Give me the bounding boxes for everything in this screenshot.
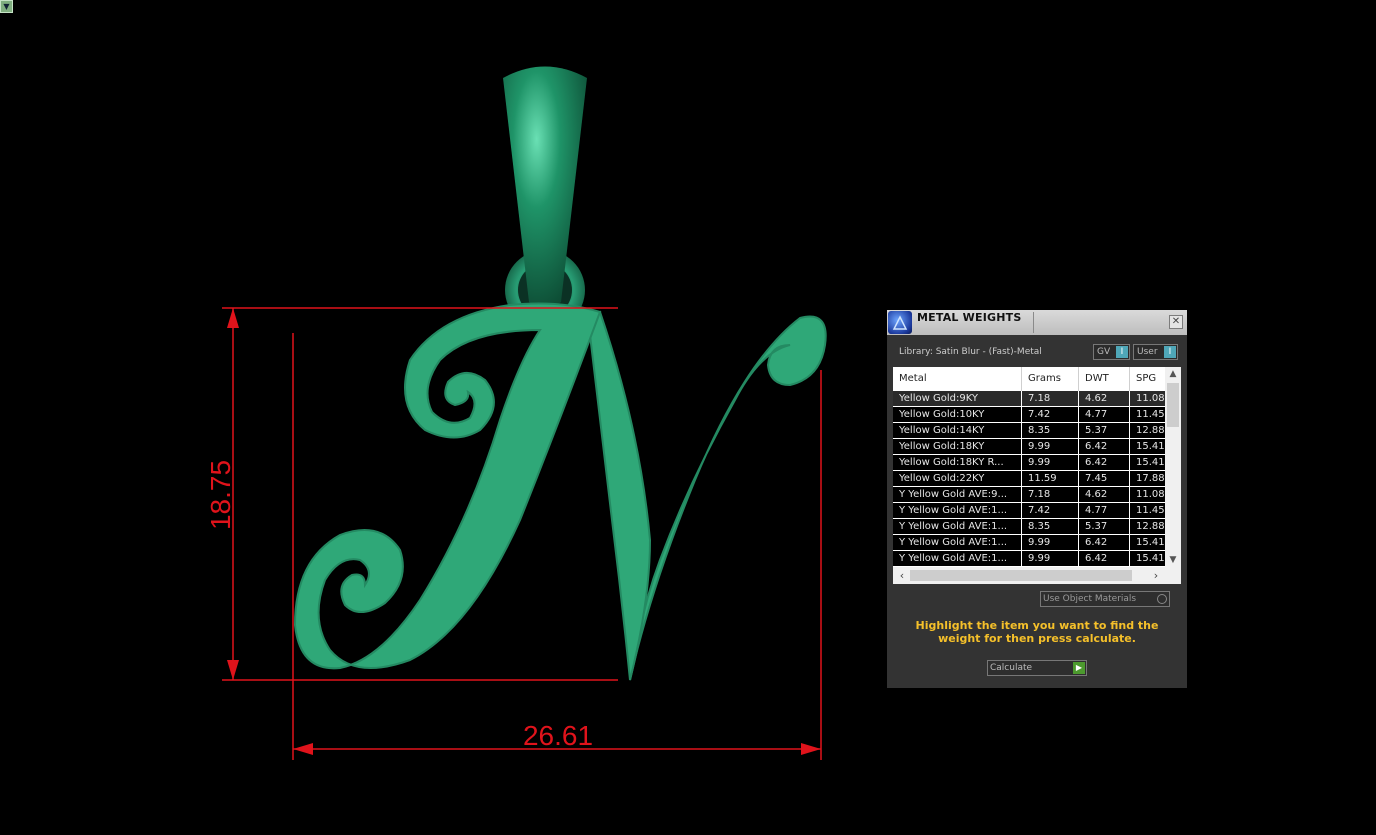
dwt-cell: 6.42 [1079, 551, 1130, 566]
vertical-scrollbar[interactable]: ▲ ▼ [1165, 367, 1181, 567]
user-toggle-label: User [1137, 347, 1158, 357]
spg-cell: 11.08 [1136, 489, 1165, 500]
grams-cell: 9.99 [1022, 439, 1079, 454]
grams-cell: 11.59 [1022, 471, 1079, 486]
width-dimension-label: 26.61 [523, 720, 593, 751]
dwt-cell: 5.37 [1079, 519, 1130, 534]
column-header-grams[interactable]: Grams [1022, 367, 1079, 391]
grams-cell: 9.99 [1022, 535, 1079, 550]
table-row[interactable]: Y Yellow Gold AVE:1... 9.99 6.42 15.41 [893, 551, 1165, 567]
app-logo-icon [888, 311, 912, 334]
dwt-cell: 4.62 [1079, 487, 1130, 502]
scroll-down-icon[interactable]: ▼ [1165, 553, 1181, 567]
instruction-text: Highlight the item you want to find the … [915, 619, 1159, 645]
table-row[interactable]: Y Yellow Gold AVE:9... 7.18 4.62 11.08 [893, 487, 1165, 503]
table-row[interactable]: Y Yellow Gold AVE:1... 9.99 6.42 15.41 [893, 535, 1165, 551]
metal-cell: Yellow Gold:18KY R... [893, 455, 1022, 470]
dwt-cell: 6.42 [1079, 455, 1130, 470]
metal-cell: Yellow Gold:10KY [893, 407, 1022, 422]
gv-toggle[interactable]: GV I [1093, 344, 1130, 360]
play-arrow-icon: ▶ [1073, 662, 1085, 674]
table-row[interactable]: Yellow Gold:22KY 11.59 7.45 17.88 [893, 471, 1165, 487]
spg-cell: 11.45 [1136, 409, 1165, 420]
user-toggle[interactable]: User I [1133, 344, 1178, 360]
vertical-scroll-thumb[interactable] [1167, 383, 1179, 427]
metal-weights-table: Metal Grams DWT SPG Yellow Gold:9KY 7.18… [893, 367, 1181, 584]
dwt-cell: 4.77 [1079, 407, 1130, 422]
horizontal-scrollbar[interactable]: ‹ › [893, 567, 1181, 584]
spg-cell: 15.41 [1136, 441, 1165, 452]
grams-cell: 9.99 [1022, 455, 1079, 470]
table-row[interactable]: Yellow Gold:18KY R... 9.99 6.42 15.41 [893, 455, 1165, 471]
use-object-materials-option[interactable]: Use Object Materials [1040, 591, 1170, 607]
dwt-cell: 6.42 [1079, 439, 1130, 454]
dwt-cell: 4.77 [1079, 503, 1130, 518]
metal-cell: Yellow Gold:14KY [893, 423, 1022, 438]
spg-cell: 17.88 [1136, 473, 1165, 484]
dwt-cell: 4.62 [1079, 391, 1130, 406]
pendant-bail [503, 66, 587, 330]
library-label: Library: Satin Blur - (Fast)-Metal [899, 347, 1042, 357]
column-header-dwt[interactable]: DWT [1079, 367, 1130, 391]
grams-cell: 8.35 [1022, 519, 1079, 534]
spg-cell: 11.45 [1136, 505, 1165, 516]
spg-cell: 12.88 [1136, 425, 1165, 436]
panel-title: METAL WEIGHTS [917, 311, 1022, 324]
use-object-materials-label: Use Object Materials [1043, 594, 1137, 604]
grams-cell: 7.42 [1022, 407, 1079, 422]
grams-cell: 7.18 [1022, 487, 1079, 502]
grams-cell: 7.18 [1022, 391, 1079, 406]
radio-icon [1157, 594, 1167, 604]
table-row[interactable]: Yellow Gold:10KY 7.42 4.77 11.45 [893, 407, 1165, 423]
metal-cell: Y Yellow Gold AVE:1... [893, 503, 1022, 518]
table-row[interactable]: Y Yellow Gold AVE:1... 8.35 5.37 12.88 [893, 519, 1165, 535]
calculate-label: Calculate [990, 663, 1033, 673]
column-header-spg[interactable]: SPG [1130, 367, 1165, 391]
dwt-cell: 5.37 [1079, 423, 1130, 438]
height-dimension-label: 18.75 [205, 460, 236, 530]
gv-toggle-label: GV [1097, 347, 1111, 357]
metal-cell: Y Yellow Gold AVE:9... [893, 487, 1022, 502]
table-row[interactable]: Yellow Gold:9KY 7.18 4.62 11.08 [893, 391, 1165, 407]
metal-cell: Y Yellow Gold AVE:1... [893, 519, 1022, 534]
metal-cell: Yellow Gold:18KY [893, 439, 1022, 454]
table-row[interactable]: Yellow Gold:14KY 8.35 5.37 12.88 [893, 423, 1165, 439]
spg-cell: 15.41 [1136, 457, 1165, 468]
toggle-knob-icon: I [1116, 346, 1128, 358]
metal-cell: Yellow Gold:9KY [893, 391, 1022, 406]
table-row[interactable]: Y Yellow Gold AVE:1... 7.42 4.77 11.45 [893, 503, 1165, 519]
grams-cell: 9.99 [1022, 551, 1079, 566]
metal-weights-panel: METAL WEIGHTS ✕ Library: Satin Blur - (F… [887, 310, 1187, 688]
close-icon: ✕ [1171, 316, 1181, 327]
spg-cell: 15.41 [1136, 537, 1165, 548]
scroll-left-icon[interactable]: ‹ [895, 567, 909, 584]
metal-cell: Yellow Gold:22KY [893, 471, 1022, 486]
panel-titlebar[interactable]: METAL WEIGHTS ✕ [887, 310, 1187, 335]
table-header: Metal Grams DWT SPG [893, 367, 1165, 391]
grams-cell: 8.35 [1022, 423, 1079, 438]
dwt-cell: 7.45 [1079, 471, 1130, 486]
spg-cell: 11.08 [1136, 393, 1165, 404]
toggle-knob-icon: I [1164, 346, 1176, 358]
metal-cell: Y Yellow Gold AVE:1... [893, 535, 1022, 550]
spg-cell: 15.41 [1136, 553, 1165, 564]
scroll-right-icon[interactable]: › [1149, 567, 1163, 584]
table-row[interactable]: Yellow Gold:18KY 9.99 6.42 15.41 [893, 439, 1165, 455]
metal-cell: Y Yellow Gold AVE:1... [893, 551, 1022, 566]
scroll-up-icon[interactable]: ▲ [1165, 367, 1181, 381]
column-header-metal[interactable]: Metal [893, 367, 1022, 391]
grams-cell: 7.42 [1022, 503, 1079, 518]
dwt-cell: 6.42 [1079, 535, 1130, 550]
titlebar-divider [1033, 312, 1034, 333]
calculate-button[interactable]: Calculate ▶ [987, 660, 1087, 676]
spg-cell: 12.88 [1136, 521, 1165, 532]
close-button[interactable]: ✕ [1169, 315, 1183, 329]
horizontal-scroll-thumb[interactable] [910, 570, 1132, 581]
table-body: Yellow Gold:9KY 7.18 4.62 11.08 Yellow G… [893, 391, 1165, 567]
letter-n-model [293, 302, 827, 681]
